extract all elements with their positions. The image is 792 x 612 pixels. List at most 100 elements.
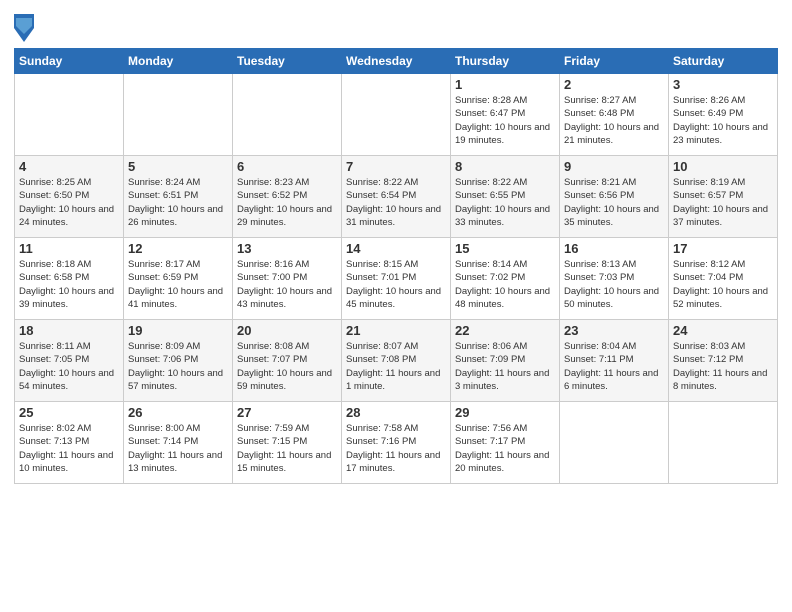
day-cell: 25 Sunrise: 8:02 AM Sunset: 7:13 PM Dayli… <box>15 402 124 484</box>
day-cell: 6 Sunrise: 8:23 AM Sunset: 6:52 PM Daylig… <box>233 156 342 238</box>
day-cell: 9 Sunrise: 8:21 AM Sunset: 6:56 PM Daylig… <box>560 156 669 238</box>
day-number: 5 <box>128 159 228 174</box>
day-cell <box>342 74 451 156</box>
day-cell: 12 Sunrise: 8:17 AM Sunset: 6:59 PM Dayli… <box>124 238 233 320</box>
day-cell: 21 Sunrise: 8:07 AM Sunset: 7:08 PM Dayli… <box>342 320 451 402</box>
day-info: Sunrise: 8:07 AM Sunset: 7:08 PM Dayligh… <box>346 340 446 393</box>
day-cell: 20 Sunrise: 8:08 AM Sunset: 7:07 PM Dayli… <box>233 320 342 402</box>
week-row-4: 18 Sunrise: 8:11 AM Sunset: 7:05 PM Dayli… <box>15 320 778 402</box>
day-cell: 13 Sunrise: 8:16 AM Sunset: 7:00 PM Dayli… <box>233 238 342 320</box>
day-number: 27 <box>237 405 337 420</box>
day-cell: 8 Sunrise: 8:22 AM Sunset: 6:55 PM Daylig… <box>451 156 560 238</box>
page-container: SundayMondayTuesdayWednesdayThursdayFrid… <box>0 0 792 492</box>
day-number: 13 <box>237 241 337 256</box>
day-info: Sunrise: 8:00 AM Sunset: 7:14 PM Dayligh… <box>128 422 228 475</box>
day-number: 18 <box>19 323 119 338</box>
day-cell: 7 Sunrise: 8:22 AM Sunset: 6:54 PM Daylig… <box>342 156 451 238</box>
day-info: Sunrise: 7:59 AM Sunset: 7:15 PM Dayligh… <box>237 422 337 475</box>
header-cell-tuesday: Tuesday <box>233 49 342 74</box>
day-cell <box>124 74 233 156</box>
day-info: Sunrise: 8:22 AM Sunset: 6:54 PM Dayligh… <box>346 176 446 229</box>
day-cell: 19 Sunrise: 8:09 AM Sunset: 7:06 PM Dayli… <box>124 320 233 402</box>
day-cell: 15 Sunrise: 8:14 AM Sunset: 7:02 PM Dayli… <box>451 238 560 320</box>
day-number: 20 <box>237 323 337 338</box>
day-number: 16 <box>564 241 664 256</box>
week-row-5: 25 Sunrise: 8:02 AM Sunset: 7:13 PM Dayli… <box>15 402 778 484</box>
day-info: Sunrise: 8:24 AM Sunset: 6:51 PM Dayligh… <box>128 176 228 229</box>
day-number: 15 <box>455 241 555 256</box>
day-cell: 1 Sunrise: 8:28 AM Sunset: 6:47 PM Daylig… <box>451 74 560 156</box>
day-cell: 11 Sunrise: 8:18 AM Sunset: 6:58 PM Dayli… <box>15 238 124 320</box>
day-cell: 18 Sunrise: 8:11 AM Sunset: 7:05 PM Dayli… <box>15 320 124 402</box>
day-number: 11 <box>19 241 119 256</box>
day-cell <box>669 402 778 484</box>
day-number: 21 <box>346 323 446 338</box>
day-info: Sunrise: 7:58 AM Sunset: 7:16 PM Dayligh… <box>346 422 446 475</box>
day-info: Sunrise: 8:11 AM Sunset: 7:05 PM Dayligh… <box>19 340 119 393</box>
week-row-2: 4Sunrise: 8:25 AM Sunset: 6:50 PM Daylig… <box>15 156 778 238</box>
day-number: 1 <box>455 77 555 92</box>
day-info: Sunrise: 8:14 AM Sunset: 7:02 PM Dayligh… <box>455 258 555 311</box>
day-info: Sunrise: 8:19 AM Sunset: 6:57 PM Dayligh… <box>673 176 773 229</box>
day-info: Sunrise: 8:15 AM Sunset: 7:01 PM Dayligh… <box>346 258 446 311</box>
day-number: 8 <box>455 159 555 174</box>
day-info: Sunrise: 8:17 AM Sunset: 6:59 PM Dayligh… <box>128 258 228 311</box>
day-number: 12 <box>128 241 228 256</box>
day-info: Sunrise: 8:26 AM Sunset: 6:49 PM Dayligh… <box>673 94 773 147</box>
day-cell: 24 Sunrise: 8:03 AM Sunset: 7:12 PM Dayli… <box>669 320 778 402</box>
day-number: 7 <box>346 159 446 174</box>
day-number: 3 <box>673 77 773 92</box>
day-cell: 5 Sunrise: 8:24 AM Sunset: 6:51 PM Daylig… <box>124 156 233 238</box>
day-info: Sunrise: 8:02 AM Sunset: 7:13 PM Dayligh… <box>19 422 119 475</box>
logo-icon <box>14 14 34 42</box>
day-info: Sunrise: 8:03 AM Sunset: 7:12 PM Dayligh… <box>673 340 773 393</box>
day-number: 29 <box>455 405 555 420</box>
header-cell-thursday: Thursday <box>451 49 560 74</box>
day-cell <box>15 74 124 156</box>
day-number: 9 <box>564 159 664 174</box>
day-cell: 10 Sunrise: 8:19 AM Sunset: 6:57 PM Dayli… <box>669 156 778 238</box>
day-cell: 29 Sunrise: 7:56 AM Sunset: 7:17 PM Dayli… <box>451 402 560 484</box>
day-cell: 17 Sunrise: 8:12 AM Sunset: 7:04 PM Dayli… <box>669 238 778 320</box>
day-info: Sunrise: 8:23 AM Sunset: 6:52 PM Dayligh… <box>237 176 337 229</box>
calendar-header: SundayMondayTuesdayWednesdayThursdayFrid… <box>15 49 778 74</box>
logo <box>14 14 36 42</box>
day-number: 10 <box>673 159 773 174</box>
day-cell: 14Sunrise: 8:15 AM Sunset: 7:01 PM Dayli… <box>342 238 451 320</box>
day-cell: 3 Sunrise: 8:26 AM Sunset: 6:49 PM Daylig… <box>669 74 778 156</box>
day-number: 2 <box>564 77 664 92</box>
day-number: 25 <box>19 405 119 420</box>
day-number: 6 <box>237 159 337 174</box>
day-cell: 26 Sunrise: 8:00 AM Sunset: 7:14 PM Dayli… <box>124 402 233 484</box>
calendar-table: SundayMondayTuesdayWednesdayThursdayFrid… <box>14 48 778 484</box>
day-cell: 27 Sunrise: 7:59 AM Sunset: 7:15 PM Dayli… <box>233 402 342 484</box>
day-number: 22 <box>455 323 555 338</box>
day-number: 24 <box>673 323 773 338</box>
header-cell-friday: Friday <box>560 49 669 74</box>
day-info: Sunrise: 8:22 AM Sunset: 6:55 PM Dayligh… <box>455 176 555 229</box>
header-cell-saturday: Saturday <box>669 49 778 74</box>
day-info: Sunrise: 8:27 AM Sunset: 6:48 PM Dayligh… <box>564 94 664 147</box>
day-info: Sunrise: 8:21 AM Sunset: 6:56 PM Dayligh… <box>564 176 664 229</box>
day-info: Sunrise: 8:16 AM Sunset: 7:00 PM Dayligh… <box>237 258 337 311</box>
day-info: Sunrise: 8:06 AM Sunset: 7:09 PM Dayligh… <box>455 340 555 393</box>
day-info: Sunrise: 7:56 AM Sunset: 7:17 PM Dayligh… <box>455 422 555 475</box>
day-info: Sunrise: 8:08 AM Sunset: 7:07 PM Dayligh… <box>237 340 337 393</box>
day-cell: 28Sunrise: 7:58 AM Sunset: 7:16 PM Dayli… <box>342 402 451 484</box>
day-info: Sunrise: 8:09 AM Sunset: 7:06 PM Dayligh… <box>128 340 228 393</box>
day-info: Sunrise: 8:18 AM Sunset: 6:58 PM Dayligh… <box>19 258 119 311</box>
day-info: Sunrise: 8:04 AM Sunset: 7:11 PM Dayligh… <box>564 340 664 393</box>
day-cell: 16Sunrise: 8:13 AM Sunset: 7:03 PM Dayli… <box>560 238 669 320</box>
day-info: Sunrise: 8:28 AM Sunset: 6:47 PM Dayligh… <box>455 94 555 147</box>
header-cell-wednesday: Wednesday <box>342 49 451 74</box>
header <box>14 10 778 42</box>
day-number: 17 <box>673 241 773 256</box>
day-cell: 4Sunrise: 8:25 AM Sunset: 6:50 PM Daylig… <box>15 156 124 238</box>
day-cell: 22 Sunrise: 8:06 AM Sunset: 7:09 PM Dayli… <box>451 320 560 402</box>
day-number: 26 <box>128 405 228 420</box>
week-row-3: 11 Sunrise: 8:18 AM Sunset: 6:58 PM Dayli… <box>15 238 778 320</box>
header-cell-sunday: Sunday <box>15 49 124 74</box>
day-cell: 23Sunrise: 8:04 AM Sunset: 7:11 PM Dayli… <box>560 320 669 402</box>
day-number: 19 <box>128 323 228 338</box>
day-info: Sunrise: 8:12 AM Sunset: 7:04 PM Dayligh… <box>673 258 773 311</box>
